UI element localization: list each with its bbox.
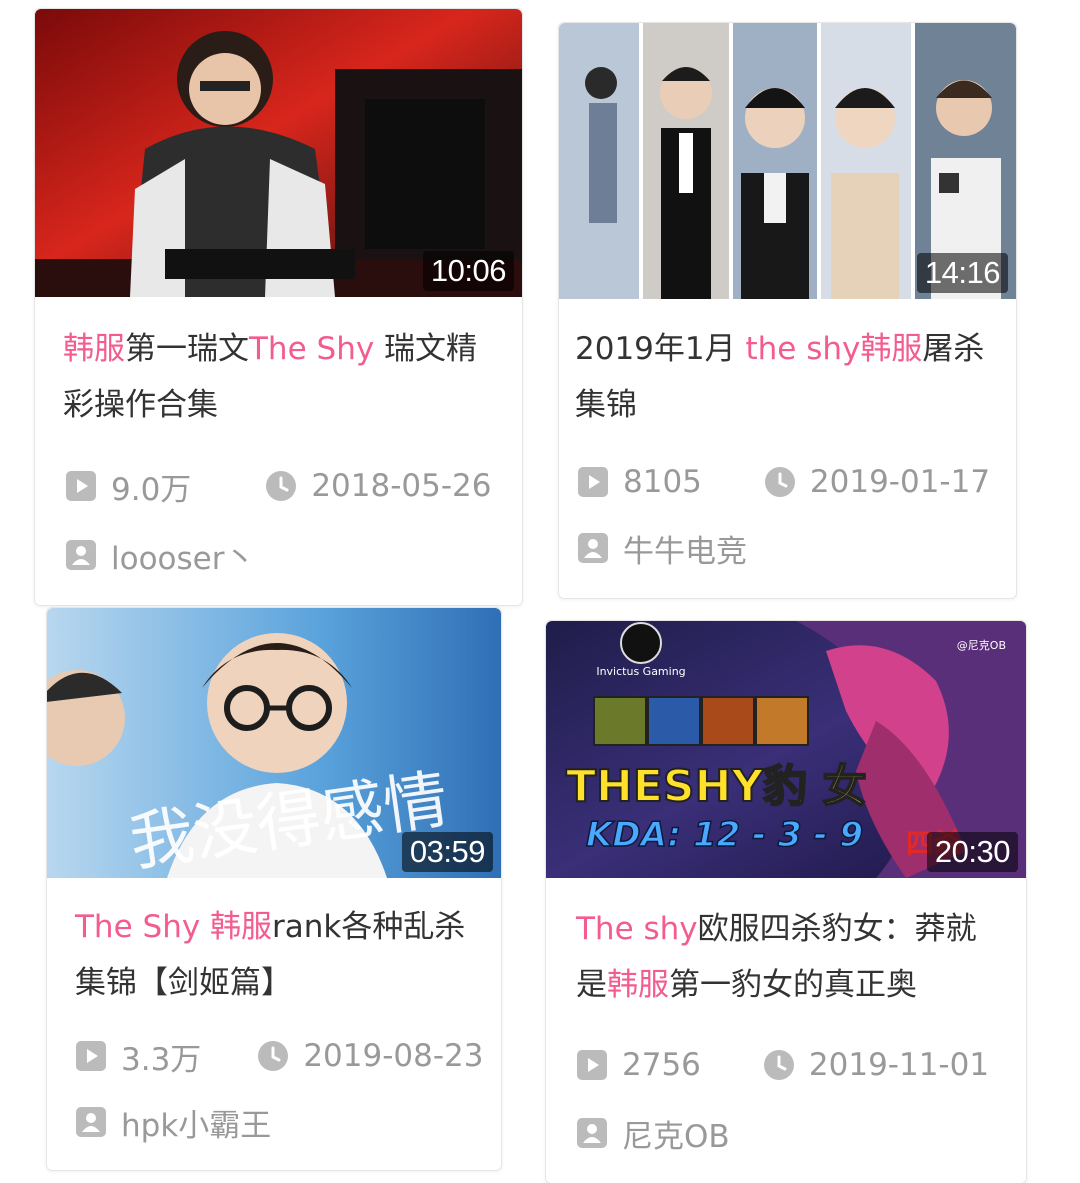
user-icon	[66, 540, 96, 570]
video-title[interactable]: The shy欧服四杀豹女：莽就是韩服第一豹女的真正奥	[576, 901, 996, 1013]
video-grid: 10:06 韩服第一瑞文The Shy 瑞文精彩操作合集 9.0万 2018-0…	[0, 0, 1080, 1183]
upload-date-text: 2019-08-23	[303, 1038, 484, 1074]
view-count: 8105	[577, 464, 702, 500]
video-thumbnail[interactable]: 14:16	[559, 23, 1016, 299]
clock-icon	[266, 471, 297, 501]
video-stats: 3.3万 2019-08-23	[75, 1034, 483, 1079]
video-card[interactable]: 10:06 韩服第一瑞文The Shy 瑞文精彩操作合集 9.0万 2018-0…	[34, 8, 523, 606]
upload-date-text: 2018-05-26	[311, 468, 492, 504]
user-icon	[76, 1107, 106, 1137]
clock-icon	[258, 1041, 289, 1071]
video-author[interactable]: 尼克OB	[576, 1113, 730, 1155]
play-icon	[578, 467, 608, 497]
author-name: 尼克OB	[622, 1118, 730, 1155]
play-icon	[577, 1050, 607, 1080]
upload-date: 2019-01-17	[764, 464, 990, 500]
video-author[interactable]: hpk小霸王	[75, 1102, 272, 1144]
author-name: loooser丶	[111, 540, 256, 577]
view-count-text: 9.0万	[111, 471, 192, 508]
video-card[interactable]: Invictus Gaming THESHY豹 女 KDA: 12 - 3 - …	[545, 620, 1027, 1183]
video-card[interactable]: 我没得感情 03:59 The Shy 韩服rank各种乱杀集锦【剑姬篇】 3.…	[46, 607, 502, 1171]
video-stats: 9.0万 2018-05-26	[65, 464, 491, 509]
team-logo-text: Invictus Gaming	[596, 665, 685, 678]
video-duration: 20:30	[926, 832, 1018, 872]
view-count-text: 3.3万	[121, 1041, 202, 1078]
video-stats: 8105 2019-01-17	[577, 462, 990, 502]
view-count: 3.3万	[75, 1034, 201, 1079]
video-duration: 10:06	[422, 251, 514, 291]
video-author[interactable]: 牛牛电竞	[577, 528, 747, 570]
upload-date: 2018-05-26	[265, 468, 491, 504]
video-stats: 2756 2019-11-01	[576, 1045, 989, 1085]
play-icon	[66, 471, 96, 501]
upload-date: 2019-11-01	[763, 1047, 989, 1083]
thumbnail-kda: KDA: 12 - 3 - 9	[586, 815, 863, 855]
video-author[interactable]: loooser丶	[65, 535, 256, 577]
view-count: 9.0万	[65, 464, 191, 509]
view-count-text: 2756	[622, 1047, 701, 1083]
upload-date-text: 2019-11-01	[808, 1047, 990, 1083]
video-title[interactable]: 2019年1月 the shy韩服屠杀集锦	[575, 321, 995, 433]
video-duration: 14:16	[916, 253, 1008, 293]
author-name: 牛牛电竞	[623, 533, 747, 570]
video-thumbnail[interactable]: Invictus Gaming THESHY豹 女 KDA: 12 - 3 - …	[546, 621, 1026, 878]
user-icon	[578, 533, 608, 563]
video-title[interactable]: The Shy 韩服rank各种乱杀集锦【剑姬篇】	[75, 899, 485, 1011]
thumbnail-watermark: @尼克OB	[957, 639, 1006, 652]
upload-date-text: 2019-01-17	[809, 464, 991, 500]
video-card[interactable]: 14:16 2019年1月 the shy韩服屠杀集锦 8105 2019-01…	[558, 22, 1017, 599]
video-title[interactable]: 韩服第一瑞文The Shy 瑞文精彩操作合集	[63, 321, 503, 433]
play-icon	[76, 1041, 106, 1071]
video-thumbnail[interactable]: 10:06	[35, 9, 522, 297]
clock-icon	[763, 1050, 794, 1080]
view-count-text: 8105	[623, 464, 702, 500]
clock-icon	[764, 467, 795, 497]
user-icon	[577, 1118, 607, 1148]
view-count: 2756	[576, 1047, 701, 1083]
author-name: hpk小霸王	[121, 1107, 272, 1144]
video-thumbnail[interactable]: 我没得感情 03:59	[47, 608, 501, 878]
video-duration: 03:59	[401, 832, 493, 872]
upload-date: 2019-08-23	[257, 1038, 483, 1074]
thumbnail-caption: THESHY豹 女	[566, 761, 867, 812]
